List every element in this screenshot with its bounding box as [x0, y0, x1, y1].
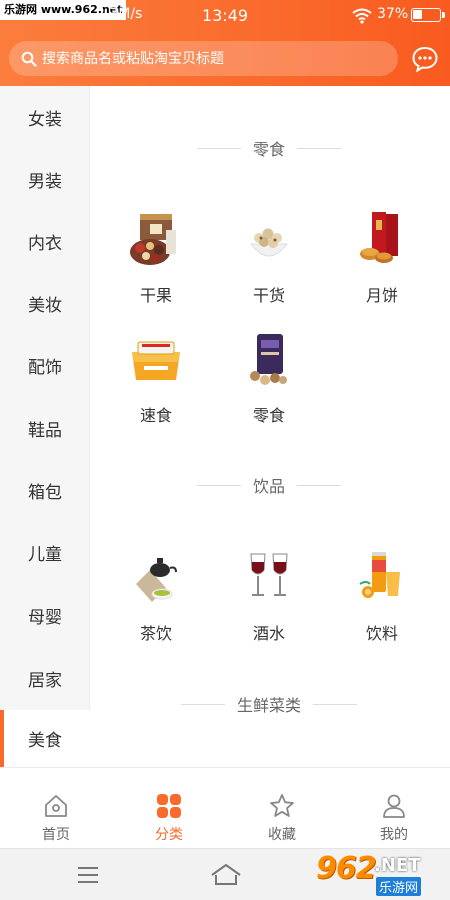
- tab-favorites[interactable]: 收藏: [226, 768, 338, 848]
- category-dry-goods[interactable]: 干货: [213, 210, 325, 320]
- section-header-snacks: 零食: [100, 136, 438, 160]
- tab-profile[interactable]: 我的: [338, 768, 450, 848]
- tab-label: 收藏: [268, 827, 296, 843]
- tab-home[interactable]: 首页: [0, 768, 112, 848]
- category-label: 干果: [139, 286, 172, 305]
- category-grid-icon: [157, 794, 181, 818]
- category-dried-fruit[interactable]: 干果: [100, 210, 212, 320]
- search-input[interactable]: [42, 50, 398, 67]
- search-icon: [21, 51, 37, 67]
- tea-set-icon: [136, 558, 177, 602]
- sidebar-item-accessories[interactable]: 配饰: [0, 334, 90, 396]
- category-label: 茶饮: [139, 624, 172, 643]
- section-title: 生鲜菜类: [236, 696, 301, 715]
- status-bar: 乐游网 www.962.net 2.3M/s 13:49 37%: [0, 0, 450, 30]
- sidebar-item-baby[interactable]: 母婴: [0, 584, 90, 646]
- sidebar-item-women[interactable]: 女装: [0, 86, 90, 148]
- battery-percent: 37%: [377, 6, 409, 22]
- section-title: 饮品: [252, 477, 285, 496]
- instant-noodle-bowl-icon: [132, 341, 180, 380]
- user-icon: [383, 794, 405, 818]
- category-instant-food[interactable]: 速食: [100, 330, 212, 440]
- snack-bag-icon: [250, 334, 287, 385]
- category-snacks[interactable]: 零食: [213, 330, 325, 440]
- message-icon[interactable]: [411, 45, 439, 73]
- category-content: 零食 干果 干货 月饼 速食 零食 饮品 茶饮 酒水 饮料 生鲜菜类: [100, 86, 438, 767]
- sidebar-item-men[interactable]: 男装: [0, 148, 90, 210]
- sidebar-item-shoes[interactable]: 鞋品: [0, 397, 90, 459]
- category-sidebar: 女装 男装 内衣 美妆 配饰 鞋品 箱包 儿童 母婴 居家 美食: [0, 86, 90, 767]
- tab-label: 首页: [42, 827, 70, 843]
- nuts-bowl-icon: [249, 228, 289, 257]
- sidebar-item-bags[interactable]: 箱包: [0, 459, 90, 521]
- app-header: 乐游网 www.962.net 2.3M/s 13:49 37%: [0, 0, 450, 86]
- battery-icon: [411, 8, 445, 22]
- category-label: 速食: [139, 406, 172, 425]
- section-header-drinks: 饮品: [100, 473, 438, 497]
- logo-suffix: .NET: [374, 855, 421, 876]
- star-icon: [270, 794, 294, 817]
- category-label: 饮料: [365, 624, 398, 643]
- category-mooncake[interactable]: 月饼: [326, 210, 438, 320]
- logo-cn: 乐游网: [376, 877, 422, 896]
- sidebar-item-kids[interactable]: 儿童: [0, 521, 90, 583]
- category-label: 月饼: [365, 286, 398, 305]
- tab-label: 分类: [155, 827, 183, 843]
- dried-fruit-gift-box-icon: [130, 214, 176, 265]
- bottom-tab-bar: 首页 分类 收藏 我的: [0, 767, 450, 848]
- sidebar-item-underwear[interactable]: 内衣: [0, 210, 90, 272]
- home-icon: [45, 795, 67, 817]
- wine-glasses-icon: [250, 553, 288, 596]
- tab-category[interactable]: 分类: [113, 768, 225, 848]
- section-header-fresh-produce: 生鲜菜类: [100, 692, 438, 716]
- system-nav-bar: 962 .NET 乐游网: [0, 848, 450, 900]
- section-title: 零食: [252, 140, 285, 159]
- sidebar-item-makeup[interactable]: 美妆: [0, 272, 90, 334]
- system-home-icon[interactable]: [210, 863, 242, 887]
- category-liquor[interactable]: 酒水: [213, 548, 325, 658]
- sidebar-item-home[interactable]: 居家: [0, 647, 90, 709]
- category-label: 干货: [252, 286, 285, 305]
- wifi-icon: [352, 8, 372, 24]
- category-tea[interactable]: 茶饮: [100, 548, 212, 658]
- site-logo: 962 .NET 乐游网: [312, 849, 448, 900]
- logo-number: 962: [316, 851, 377, 886]
- category-beverage[interactable]: 饮料: [326, 548, 438, 658]
- tab-label: 我的: [380, 827, 408, 843]
- juice-drink-icon: [359, 552, 400, 598]
- category-label: 酒水: [252, 624, 285, 643]
- category-label: 零食: [252, 406, 285, 425]
- sidebar-item-food[interactable]: 美食: [0, 710, 90, 767]
- mooncake-box-icon: [360, 212, 398, 263]
- search-bar[interactable]: [9, 41, 398, 76]
- menu-icon[interactable]: [76, 865, 100, 885]
